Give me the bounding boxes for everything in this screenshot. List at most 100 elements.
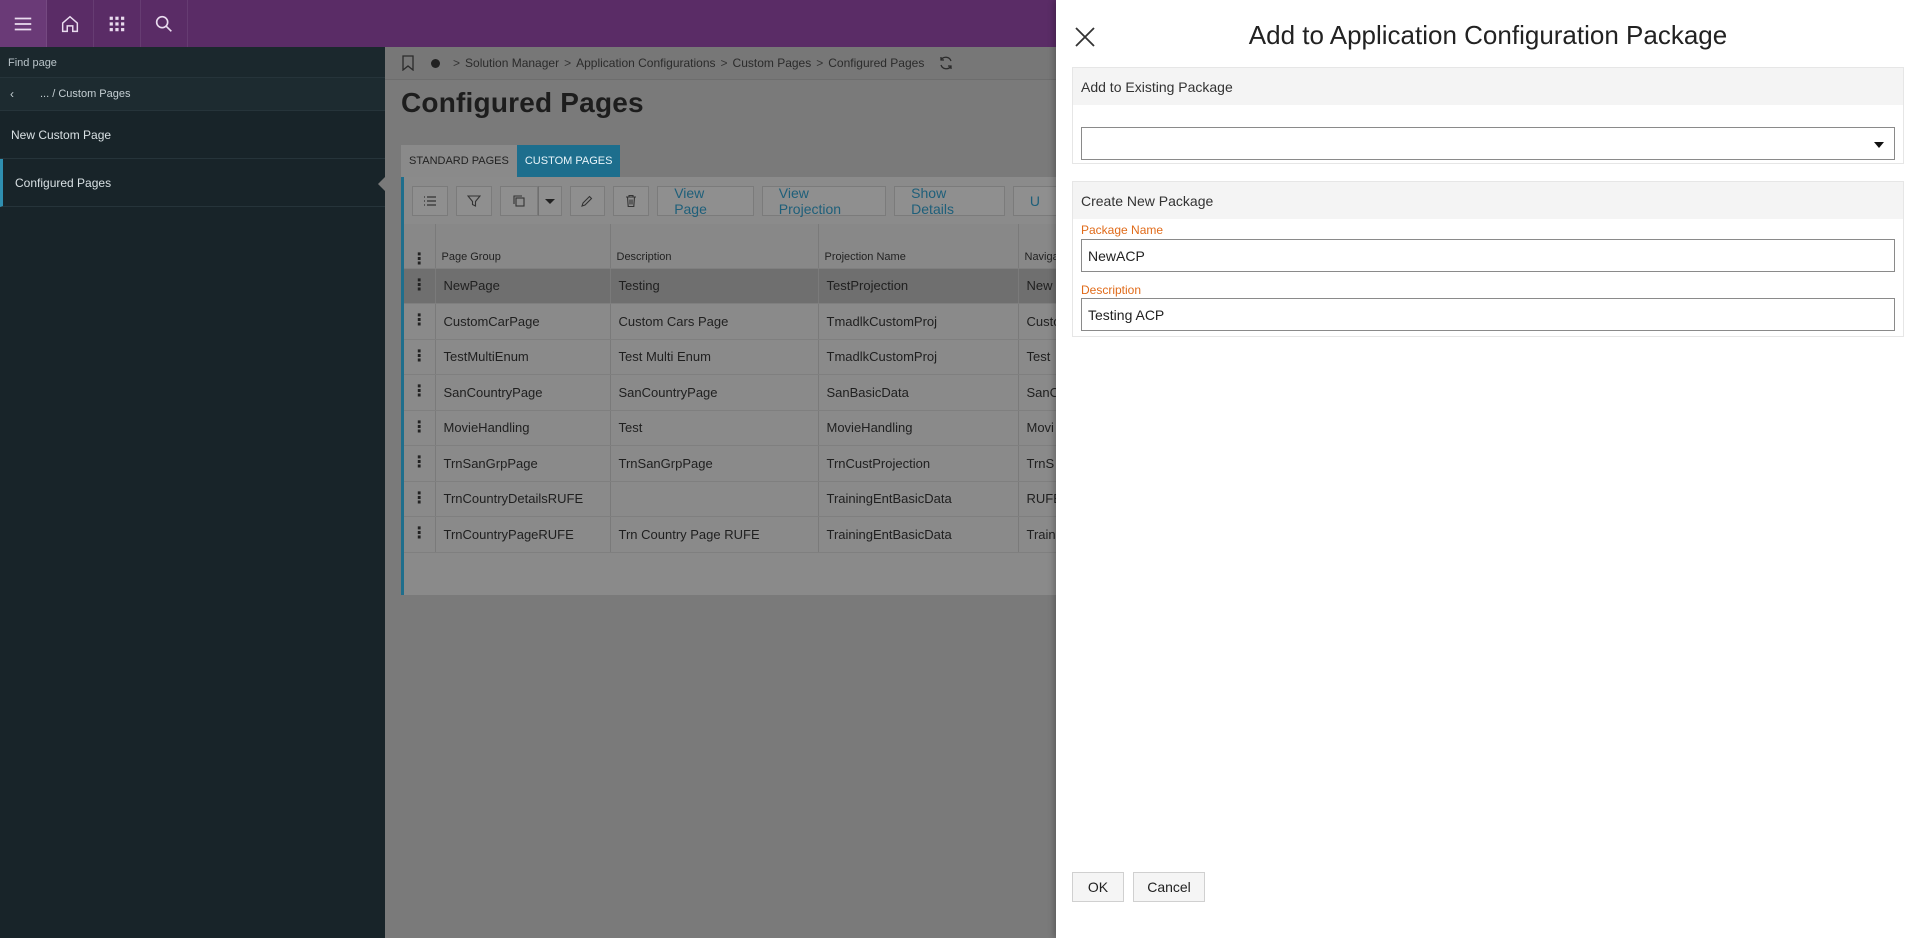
dialog-title: Add to Application Configuration Package (1248, 20, 1728, 50)
table-row[interactable]: ⋮ TrnSanGrpPage TrnSanGrpPage TrnCustPro… (404, 445, 1057, 482)
table-cell: Custo (1018, 303, 1057, 340)
breadcrumb-item[interactable]: Custom Pages (733, 56, 812, 70)
list-view-button[interactable] (412, 185, 448, 216)
breadcrumb-separator: > (564, 56, 572, 70)
table-cell: TmadlkCustomProj (818, 303, 1019, 340)
tab-standard-pages[interactable]: STANDARD PAGES (401, 145, 517, 177)
configured-pages-table: ⋮ Page Group Description Projection Name… (401, 224, 1057, 595)
row-menu-button[interactable]: ⋮ (404, 303, 436, 340)
sidebar-item-configured-pages[interactable]: Configured Pages (0, 159, 386, 207)
row-menu-button[interactable]: ⋮ (404, 268, 436, 304)
table-row[interactable]: ⋮ TrnCountryPageRUFE Trn Country Page RU… (404, 516, 1057, 553)
table-cell: TmadlkCustomProj (818, 339, 1019, 375)
truncated-toolbar-button[interactable]: U (1012, 185, 1057, 216)
kebab-icon: ⋮ (411, 418, 428, 436)
row-menu-button[interactable]: ⋮ (404, 339, 436, 375)
table-row[interactable]: ⋮ NewPage Testing TestProjection New (404, 268, 1057, 304)
pencil-icon (581, 195, 593, 207)
table-row[interactable]: ⋮ TrnCountryDetailsRUFE TrainingEntBasic… (404, 481, 1057, 517)
apps-grid-icon (109, 16, 125, 31)
table-cell: SanBasicData (818, 374, 1019, 411)
filter-button[interactable] (455, 185, 492, 216)
table-toolbar: View Page View Projection Show Details U (401, 177, 1057, 224)
kebab-icon: ⋮ (411, 312, 428, 330)
view-page-button[interactable]: View Page (657, 185, 754, 217)
description-input[interactable] (1081, 298, 1895, 331)
delete-button[interactable] (613, 185, 650, 216)
menu-button[interactable] (0, 0, 47, 47)
chevron-down-icon (544, 198, 555, 204)
row-menu-button[interactable]: ⋮ (404, 410, 436, 446)
table-row[interactable]: ⋮ SanCountryPage SanCountryPage SanBasic… (404, 374, 1057, 411)
kebab-icon: ⋮ (411, 525, 428, 543)
sidebar: Find page ‹ ... / Custom Pages New Custo… (0, 47, 386, 938)
menu-icon (14, 17, 32, 30)
column-options-button[interactable]: ⋮ (404, 224, 436, 269)
copy-split-button (499, 185, 562, 216)
table-row[interactable]: ⋮ CustomCarPage Custom Cars Page TmadlkC… (404, 303, 1057, 340)
cancel-button[interactable]: Cancel (1133, 872, 1205, 902)
table-cell: Train (1018, 516, 1057, 553)
column-header-navigator[interactable]: Navigat (1018, 224, 1057, 269)
search-button[interactable] (141, 0, 188, 47)
table-cell: Test (610, 410, 819, 446)
table-cell: TrainingEntBasicData (818, 516, 1019, 553)
view-projection-button[interactable]: View Projection (761, 185, 887, 217)
table-cell: TrnSanGrpPage (610, 445, 819, 482)
breadcrumb-separator: > (720, 56, 728, 70)
table-cell: MovieHandling (435, 410, 611, 446)
row-menu-button[interactable]: ⋮ (404, 374, 436, 411)
table-cell: TrnCustProjection (818, 445, 1019, 482)
ok-button[interactable]: OK (1072, 872, 1124, 902)
kebab-icon: ⋮ (411, 489, 428, 507)
row-menu-button[interactable]: ⋮ (404, 481, 436, 517)
sidebar-item-label: New Custom Page (11, 127, 112, 142)
list-icon (423, 195, 436, 206)
copy-dropdown-button[interactable] (537, 185, 562, 216)
row-menu-button[interactable]: ⋮ (404, 516, 436, 553)
kebab-icon: ⋮ (411, 383, 428, 401)
table-cell: RUFE (1018, 481, 1057, 517)
sidebar-item-new-custom-page[interactable]: New Custom Page (0, 111, 385, 159)
copy-button[interactable] (499, 185, 538, 216)
table-cell: NewPage (435, 268, 611, 304)
table-row[interactable]: ⋮ TestMultiEnum Test Multi Enum TmadlkCu… (404, 339, 1057, 375)
table-cell: SanCountryPage (435, 374, 611, 411)
tab-custom-pages[interactable]: CUSTOM PAGES (516, 145, 621, 177)
home-button[interactable] (47, 0, 94, 47)
refresh-icon[interactable] (938, 55, 954, 71)
package-name-label: Package Name (1081, 223, 1164, 237)
chevron-left-icon: ‹ (10, 87, 14, 101)
table-cell: TrnCountryPageRUFE (435, 516, 611, 553)
table-cell: Custom Cars Page (610, 303, 819, 340)
home-dot-icon[interactable] (431, 58, 440, 68)
breadcrumb-item[interactable]: Solution Manager (465, 56, 559, 70)
trash-icon (626, 194, 637, 207)
breadcrumb: > Solution Manager > Application Configu… (385, 47, 1057, 80)
table-row[interactable]: ⋮ MovieHandling Test MovieHandling Movi (404, 410, 1057, 446)
table-cell: TrainingEntBasicData (818, 481, 1019, 517)
show-details-button[interactable]: Show Details (894, 185, 1005, 217)
table-cell: Test (1018, 339, 1057, 375)
row-menu-button[interactable]: ⋮ (404, 445, 436, 482)
table-cell: TrnSanGrpPage (435, 445, 611, 482)
search-icon (155, 15, 172, 32)
existing-package-select[interactable] (1081, 127, 1895, 160)
table-cell: Testing (610, 268, 819, 304)
bookmark-icon[interactable] (401, 55, 415, 71)
edit-button[interactable] (569, 185, 606, 216)
new-package-group: Create New Package Package Name Descript… (1072, 181, 1904, 337)
find-page-input[interactable]: Find page (0, 47, 385, 78)
column-header-projection-name[interactable]: Projection Name (818, 224, 1019, 269)
group-heading: Add to Existing Package (1073, 68, 1903, 105)
page-tabs: STANDARD PAGES CUSTOM PAGES (401, 145, 621, 177)
breadcrumb-separator: > (453, 56, 461, 70)
description-label: Description (1081, 283, 1142, 297)
existing-package-group: Add to Existing Package (1072, 67, 1904, 164)
apps-button[interactable] (94, 0, 141, 47)
package-name-input[interactable] (1081, 239, 1895, 272)
breadcrumb-item[interactable]: Application Configurations (576, 56, 715, 70)
column-header-page-group[interactable]: Page Group (435, 224, 611, 269)
column-header-description[interactable]: Description (610, 224, 819, 269)
sidebar-back-breadcrumb[interactable]: ‹ ... / Custom Pages (0, 78, 385, 111)
